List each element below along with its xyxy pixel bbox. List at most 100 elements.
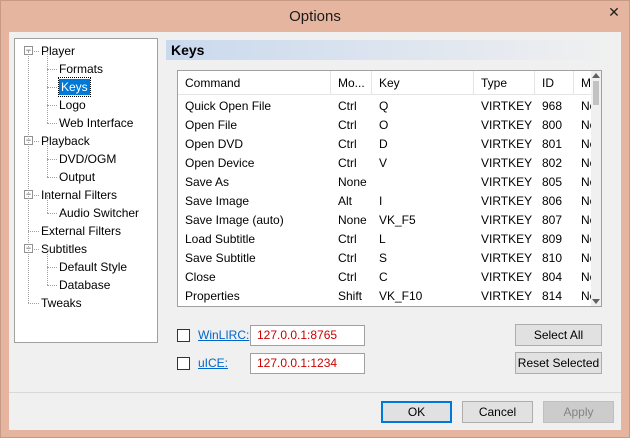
- table-cell: 814: [542, 289, 563, 303]
- tree-connector: [47, 249, 48, 267]
- tree-connector: [28, 51, 29, 303]
- scroll-up-icon[interactable]: [592, 73, 600, 78]
- table-cell: L: [379, 232, 386, 246]
- table-cell: Load Subtitle: [185, 232, 256, 246]
- table-cell: S: [379, 251, 388, 265]
- table-cell: VIRTKEY: [481, 270, 533, 284]
- ok-button[interactable]: OK: [381, 401, 452, 423]
- tree-connector: [47, 141, 48, 159]
- scroll-down-icon[interactable]: [592, 299, 600, 304]
- table-row[interactable]: Save AsNoneVIRTKEY805No: [178, 173, 594, 192]
- table-cell: None: [338, 213, 367, 227]
- scroll-thumb[interactable]: [593, 81, 599, 105]
- uice-checkbox[interactable]: [177, 357, 190, 370]
- tree-item-formats[interactable]: Formats: [59, 60, 103, 78]
- table-cell: 802: [542, 156, 563, 170]
- table-row[interactable]: Open DeviceCtrlVVIRTKEY802No: [178, 154, 594, 173]
- options-tree[interactable]: Player − Formats Keys Logo Web Interface Playb…: [14, 38, 158, 343]
- tree-item-tweaks[interactable]: Tweaks: [41, 294, 82, 312]
- table-cell: 805: [542, 175, 563, 189]
- winlirc-link[interactable]: WinLIRC:: [198, 328, 249, 342]
- table-row[interactable]: Save SubtitleCtrlSVIRTKEY810No: [178, 249, 594, 268]
- table-cell: None: [338, 175, 367, 189]
- table-cell: VK_F10: [379, 289, 423, 303]
- tree-connector: [28, 303, 39, 304]
- tree-item-output[interactable]: Output: [59, 168, 95, 186]
- table-cell: Save Image: [185, 194, 250, 208]
- reset-selected-button[interactable]: Reset Selected: [515, 352, 602, 374]
- column-header[interactable]: ID: [535, 71, 574, 95]
- tree-item-label: Default Style: [59, 260, 128, 274]
- table-cell: Properties: [185, 289, 240, 303]
- table-row[interactable]: PropertiesShiftVK_F10VIRTKEY814No: [178, 287, 594, 306]
- table-cell: Open File: [185, 118, 238, 132]
- table-cell: Alt: [338, 194, 353, 208]
- table-row[interactable]: Save ImageAltIVIRTKEY806No: [178, 192, 594, 211]
- table-cell: VIRTKEY: [481, 232, 533, 246]
- table-row[interactable]: Quick Open FileCtrlQVIRTKEY968No: [178, 97, 594, 116]
- column-header[interactable]: Mo...: [331, 71, 372, 95]
- tree-connector: [47, 285, 57, 286]
- tree-item-internal-filters[interactable]: Internal Filters: [41, 186, 117, 204]
- select-all-button[interactable]: Select All: [515, 324, 602, 346]
- tree-connector: [28, 231, 39, 232]
- close-icon[interactable]: ✕: [599, 1, 629, 23]
- table-cell: VIRTKEY: [481, 213, 533, 227]
- tree-connector: [47, 69, 57, 70]
- apply-button[interactable]: Apply: [543, 401, 614, 423]
- table-row[interactable]: Open FileCtrlOVIRTKEY800No: [178, 116, 594, 135]
- vertical-scrollbar[interactable]: [591, 71, 601, 306]
- table-cell: 804: [542, 270, 563, 284]
- table-row[interactable]: CloseCtrlCVIRTKEY804No: [178, 268, 594, 287]
- table-cell: [372, 173, 474, 192]
- uice-address-field[interactable]: 127.0.0.1:1234: [250, 353, 365, 374]
- tree-item-database[interactable]: Database: [59, 276, 110, 294]
- table-row[interactable]: Load SubtitleCtrlLVIRTKEY809No: [178, 230, 594, 249]
- tree-item-playback[interactable]: Playback: [41, 132, 90, 150]
- tree-connector: [47, 87, 48, 105]
- table-cell: VIRTKEY: [481, 137, 533, 151]
- tree-item-dvd-ogm[interactable]: DVD/OGM: [59, 150, 116, 168]
- tree-item-web-interface[interactable]: Web Interface: [59, 114, 133, 132]
- title-bar[interactable]: Options ✕: [1, 1, 629, 32]
- tree-connector: [47, 195, 48, 213]
- tree-item-external-filters[interactable]: External Filters: [41, 222, 121, 240]
- tree-connector: [47, 105, 48, 123]
- table-cell: C: [379, 270, 388, 284]
- table-cell: Quick Open File: [185, 99, 272, 113]
- table-cell: D: [379, 137, 388, 151]
- tree-connector: [47, 123, 57, 124]
- table-row[interactable]: Save Image (auto)NoneVK_F5VIRTKEY807No: [178, 211, 594, 230]
- tree-item-keys[interactable]: Keys: [58, 77, 91, 97]
- keys-list[interactable]: CommandMo...KeyTypeIDMo Quick Open File C…: [177, 70, 602, 307]
- tree-connector: [47, 69, 48, 87]
- tree-item-audio-switcher[interactable]: Audio Switcher: [59, 204, 139, 222]
- column-header[interactable]: Command: [178, 71, 331, 95]
- tree-item-label: Internal Filters: [41, 188, 118, 202]
- tree-item-label: Audio Switcher: [59, 206, 140, 220]
- tree-item-label: Web Interface: [59, 116, 134, 130]
- table-cell: Close: [185, 270, 216, 284]
- uice-link[interactable]: uICE:: [198, 356, 228, 370]
- cancel-button[interactable]: Cancel: [462, 401, 533, 423]
- table-cell: Save Image (auto): [185, 213, 284, 227]
- tree-connector: [47, 267, 48, 285]
- table-cell: Shift: [338, 289, 363, 303]
- tree-connector: [47, 159, 48, 177]
- table-cell: I: [379, 194, 383, 208]
- table-cell: Ctrl: [338, 251, 357, 265]
- tree-item-label: Playback: [41, 134, 90, 148]
- tree-item-default-style[interactable]: Default Style: [59, 258, 127, 276]
- column-header[interactable]: Type: [474, 71, 535, 95]
- winlirc-checkbox[interactable]: [177, 329, 190, 342]
- table-cell: VIRTKEY: [481, 175, 533, 189]
- table-cell: VK_F5: [379, 213, 416, 227]
- tree-item-logo[interactable]: Logo: [59, 96, 86, 114]
- table-row[interactable]: Open DVDCtrlDVIRTKEY801No: [178, 135, 594, 154]
- list-header: CommandMo...KeyTypeIDMo: [178, 71, 594, 95]
- window-title: Options: [289, 8, 341, 25]
- winlirc-address-field[interactable]: 127.0.0.1:8765: [250, 325, 365, 346]
- table-cell: 806: [542, 194, 563, 208]
- table-cell: 807: [542, 213, 563, 227]
- column-header[interactable]: Key: [372, 71, 474, 95]
